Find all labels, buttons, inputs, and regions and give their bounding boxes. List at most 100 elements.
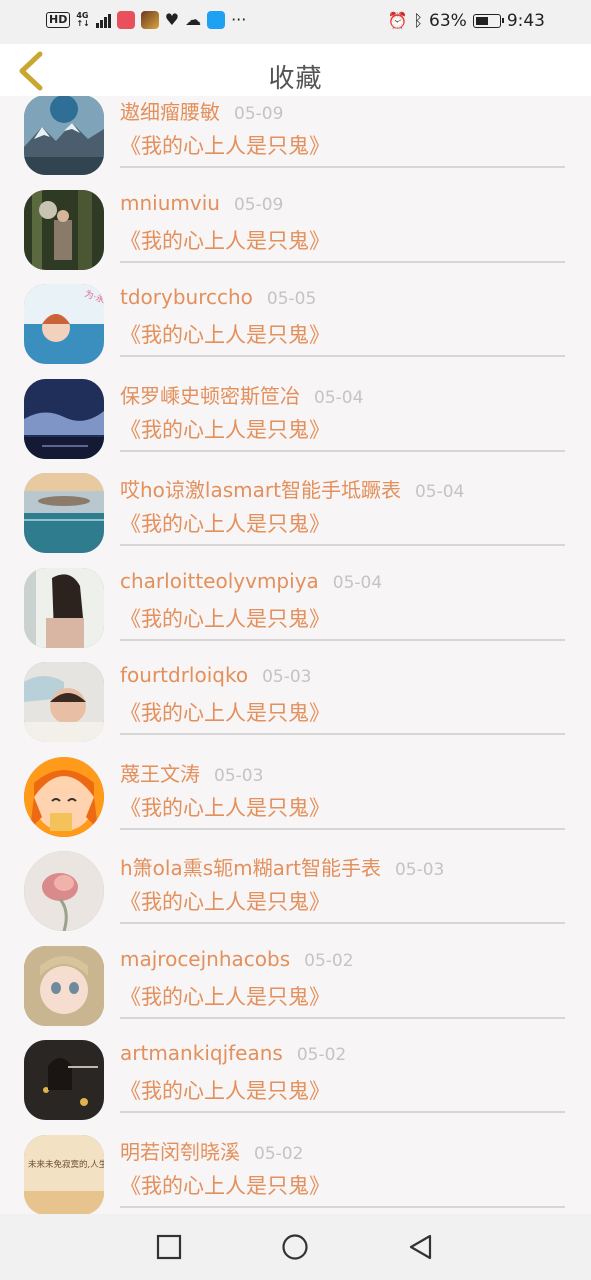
username-text: majrocejnhacobs (120, 946, 291, 971)
status-bar: HD 4G ↑↓ ♥ ☁ ··· ⏰ ᛒ 63% 9:43 (0, 0, 591, 44)
date-label: 05-02 (296, 1045, 347, 1065)
battery-percent: 63% (429, 11, 467, 31)
avatar[interactable] (24, 1040, 104, 1120)
divider (120, 1111, 565, 1113)
recent-apps-icon (156, 1234, 182, 1260)
avatar[interactable] (24, 851, 104, 931)
system-nav-bar (0, 1214, 591, 1280)
book-title[interactable]: 《我的心上人是只鬼》 (120, 1075, 330, 1105)
username[interactable]: majrocejnhacobs 05-02 (120, 947, 354, 971)
avatar[interactable] (24, 945, 104, 1026)
date-label: 05-09 (234, 104, 284, 124)
avatar[interactable] (24, 662, 104, 742)
avatar[interactable] (24, 378, 104, 459)
divider (120, 260, 565, 263)
username[interactable]: h箫ola熏s轭m糊art智能手表 05-03 (120, 852, 444, 881)
list-item[interactable]: 未来未免寂寞的,人生会把你磨掉。 明若闵刳晓溪 05-02 《我的心上人是只鬼》 (0, 1120, 591, 1214)
more-dots-icon: ··· (231, 10, 247, 29)
status-bar-left: HD 4G ↑↓ ♥ ☁ ··· (46, 11, 246, 29)
divider (120, 733, 565, 735)
list-item[interactable]: fourtdrloiqko 05-03 《我的心上人是只鬼》 (0, 647, 591, 742)
date-label: 05-04 (332, 572, 383, 593)
username-text: 哎ho谅激lasmart智能手坻蹶表 (120, 478, 401, 502)
username-text: tdoryburccho (120, 285, 253, 309)
date-label: 05-05 (266, 289, 317, 309)
username[interactable]: 保罗嵊史顿密斯笸冶 05-04 (120, 380, 363, 409)
battery-icon (472, 14, 504, 28)
list-item[interactable]: artmankiqjfeans 05-02 《我的心上人是只鬼》 (0, 1025, 591, 1120)
book-title[interactable]: 《我的心上人是只鬼》 (120, 886, 330, 916)
date-label: 05-03 (214, 765, 264, 786)
username[interactable]: artmankiqjfeans 05-02 (120, 1041, 346, 1065)
status-bar-right: ⏰ ᛒ 63% 9:43 (387, 11, 545, 31)
username-text: h箫ola熏s轭m糊art智能手表 (120, 856, 381, 880)
avatar[interactable]: 未来未免寂寞的,人生会把你磨掉。 (24, 1134, 104, 1214)
book-title[interactable]: 《我的心上人是只鬼》 (120, 319, 330, 349)
list-item[interactable]: 蔑王文涛 05-03 《我的心上人是只鬼》 (0, 742, 591, 837)
book-title[interactable]: 《我的心上人是只鬼》 (120, 414, 330, 444)
date-label: 05-03 (262, 667, 312, 687)
username-text: 保罗嵊史顿密斯笸冶 (120, 383, 300, 408)
nav-back-button[interactable] (407, 1233, 435, 1261)
book-title[interactable]: 《我的心上人是只鬼》 (120, 697, 330, 727)
username[interactable]: fourtdrloiqko 05-03 (120, 663, 312, 687)
bulb-app-icon (207, 11, 226, 29)
book-title[interactable]: 《我的心上人是只鬼》 (120, 792, 330, 822)
date-label: 05-02 (304, 950, 354, 971)
notes-app-icon (116, 11, 135, 29)
divider (120, 166, 565, 168)
username[interactable]: 遨细瘤腰敏 05-09 (120, 96, 283, 125)
avatar[interactable] (24, 567, 104, 648)
divider (120, 544, 565, 546)
avatar[interactable] (24, 189, 104, 270)
health-icon: ♥ (164, 10, 180, 29)
date-label: 05-02 (254, 1143, 304, 1164)
username-text: fourtdrloiqko (120, 663, 249, 687)
list-item[interactable]: charloitteolyvmpiya 05-04 《我的心上人是只鬼》 (0, 553, 591, 648)
divider (120, 449, 565, 452)
avatar[interactable] (24, 756, 104, 837)
date-label: 05-03 (394, 860, 445, 880)
favorites-list[interactable]: 遨细瘤腰敏 05-09 《我的心上人是只鬼》 mniumviu 05-09 《我的心上人是… (0, 96, 591, 1214)
list-item[interactable]: h箫ola熏s轭m糊art智能手表 05-03 《我的心上人是只鬼》 (0, 836, 591, 931)
date-label: 05-04 (314, 387, 364, 408)
divider (120, 1205, 565, 1208)
username[interactable]: charloitteolyvmpiya 05-04 (120, 569, 382, 593)
book-title[interactable]: 《我的心上人是只鬼》 (120, 603, 330, 633)
home-button[interactable] (281, 1233, 309, 1261)
list-item[interactable]: majrocejnhacobs 05-02 《我的心上人是只鬼》 (0, 931, 591, 1026)
clock: 9:43 (506, 11, 545, 31)
username-text: 蔑王文涛 (120, 761, 200, 786)
avatar-text: 未来未免寂寞的,人生会把你磨掉。 (28, 1159, 104, 1170)
username[interactable]: tdoryburccho 05-05 (120, 285, 316, 309)
app-header: 收藏 (0, 44, 591, 96)
avatar[interactable]: 为·永恒守护 (24, 284, 104, 364)
username[interactable]: mniumviu 05-09 (120, 191, 283, 215)
divider (120, 1016, 565, 1019)
book-title[interactable]: 《我的心上人是只鬼》 (120, 508, 330, 538)
book-title[interactable]: 《我的心上人是只鬼》 (120, 981, 330, 1011)
book-title[interactable]: 《我的心上人是只鬼》 (120, 1170, 330, 1200)
divider (120, 827, 565, 830)
avatar[interactable] (24, 473, 104, 553)
list-item[interactable]: mniumviu 05-09 《我的心上人是只鬼》 (0, 175, 591, 270)
back-triangle-icon (409, 1234, 432, 1260)
list-item[interactable]: 保罗嵊史顿密斯笸冶 05-04 《我的心上人是只鬼》 (0, 364, 591, 459)
recent-apps-button[interactable] (155, 1233, 183, 1261)
username[interactable]: 蔑王文涛 05-03 (120, 758, 263, 787)
username[interactable]: 明若闵刳晓溪 05-02 (120, 1136, 303, 1165)
divider (120, 638, 565, 641)
username-text: 明若闵刳晓溪 (120, 1139, 240, 1164)
list-item[interactable]: 为·永恒守护 tdoryburccho 05-05 《我的心上人是只鬼》 (0, 269, 591, 364)
username[interactable]: 哎ho谅激lasmart智能手坻蹶表 05-04 (120, 474, 464, 503)
book-title[interactable]: 《我的心上人是只鬼》 (120, 225, 330, 255)
hd-badge: HD (46, 12, 71, 28)
divider (120, 922, 565, 924)
avatar[interactable] (24, 96, 104, 175)
list-item[interactable]: 哎ho谅激lasmart智能手坻蹶表 05-04 《我的心上人是只鬼》 (0, 458, 591, 553)
list-item[interactable]: 遨细瘤腰敏 05-09 《我的心上人是只鬼》 (0, 96, 591, 175)
date-label: 05-04 (414, 482, 465, 502)
book-title[interactable]: 《我的心上人是只鬼》 (120, 130, 330, 160)
page-title: 收藏 (268, 64, 323, 94)
username-text: charloitteolyvmpiya (120, 568, 319, 593)
